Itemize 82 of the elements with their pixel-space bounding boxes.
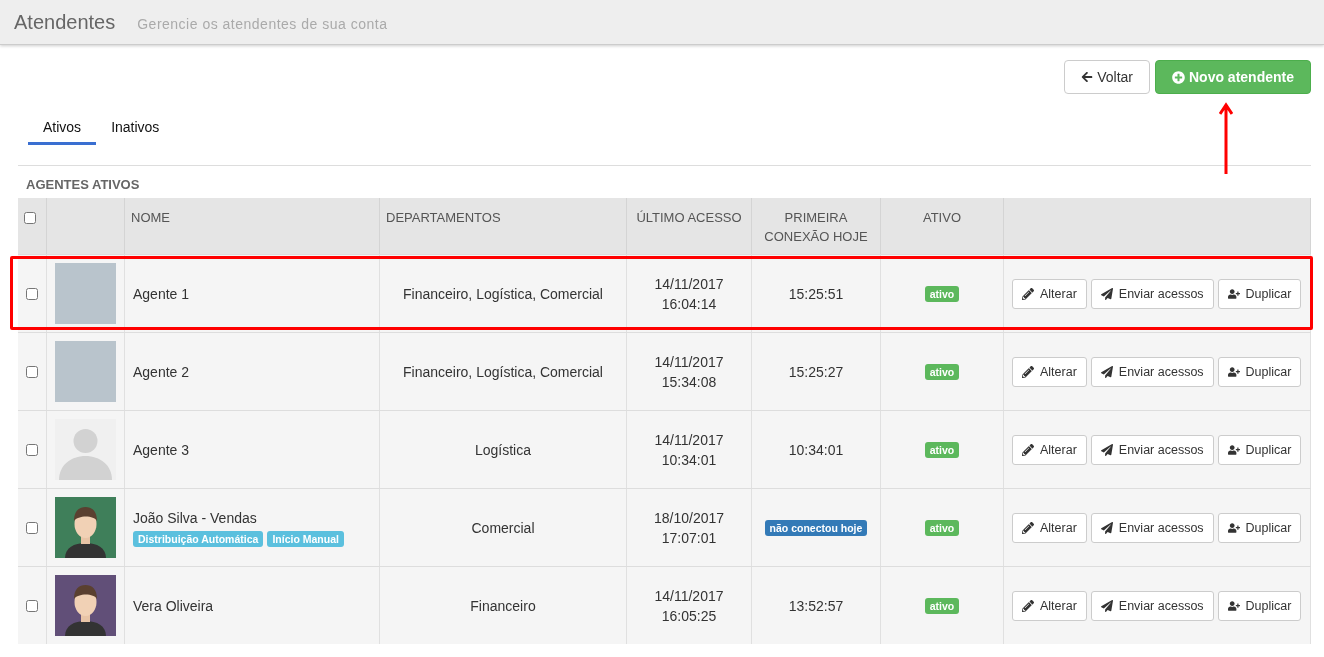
departments-text: Financeiro, Logística, Comercial (403, 284, 603, 304)
agent-name: João Silva - Vendas (133, 509, 257, 528)
row-checkbox[interactable] (26, 443, 38, 456)
status-badge: ativo (924, 519, 960, 536)
user-plus-icon (1227, 365, 1240, 378)
column-header: DEPARTAMENTOS (386, 209, 501, 227)
paper-plane-icon (1100, 599, 1113, 612)
tab[interactable]: Inativos (96, 112, 175, 145)
photo-placeholder (55, 341, 116, 402)
last-access-text: 15:34:08 (661, 372, 717, 392)
edit-button[interactable]: Alterar (1012, 434, 1087, 465)
column-header: ATIVO (922, 209, 961, 227)
departments-text: Financeiro, Logística, Comercial (403, 362, 603, 382)
duplicate-button[interactable]: Duplicar (1217, 512, 1302, 543)
edit-button[interactable]: Alterar (1012, 278, 1087, 309)
last-access-text: 14/11/2017 (654, 586, 724, 606)
edit-button[interactable]: Alterar (1012, 512, 1087, 543)
pencil-icon (1022, 365, 1034, 378)
user-plus-icon (1227, 599, 1240, 612)
tag-label: Distribuição Automática (133, 531, 264, 547)
page-title: Atendentes (14, 10, 116, 34)
row-checkbox[interactable] (26, 365, 38, 378)
status-badge: ativo (924, 441, 960, 458)
time-text: 15:25:51 (788, 284, 844, 304)
column-header: PRIMEIRA CONEXÃO HOJE (763, 209, 869, 246)
tag-label: Início Manual (267, 531, 344, 547)
agent-name: Agente 2 (133, 362, 190, 382)
tab[interactable]: Ativos (28, 112, 97, 145)
last-access-text: 18/10/2017 (653, 508, 725, 528)
photo-placeholder (55, 263, 116, 324)
paper-plane-icon (1100, 521, 1113, 534)
column-header: ÚLTIMO ACESSO (636, 209, 742, 227)
status-badge: ativo (924, 363, 960, 380)
time-text: 15:25:27 (788, 362, 844, 382)
back-button[interactable]: Voltar (1064, 60, 1150, 94)
column-header: NOME (131, 209, 170, 227)
departments-text: Financeiro (470, 596, 536, 616)
user-plus-icon (1227, 287, 1240, 300)
paper-plane-icon (1100, 287, 1113, 300)
agent-name: Agente 1 (133, 284, 190, 304)
row-checkbox[interactable] (26, 521, 38, 534)
arrow-left-icon (1081, 71, 1094, 83)
send-access-button[interactable]: Enviar acessos (1090, 434, 1214, 465)
agent-name: Vera Oliveira (133, 596, 214, 616)
last-access-text: 14/11/2017 (654, 274, 724, 294)
user-plus-icon (1227, 443, 1240, 456)
last-access-text: 16:04:14 (661, 294, 717, 314)
status-badge: ativo (924, 597, 960, 614)
last-access-text: 14/11/2017 (654, 430, 724, 450)
pencil-icon (1022, 443, 1034, 456)
departments-text: Comercial (471, 518, 535, 538)
duplicate-button[interactable]: Duplicar (1217, 590, 1302, 621)
status-badge: não conectou hoje (764, 519, 868, 536)
last-access-text: 10:34:01 (661, 450, 717, 470)
edit-button[interactable]: Alterar (1012, 356, 1087, 387)
departments-text: Logística (474, 440, 531, 460)
last-access-text: 14/11/2017 (654, 352, 724, 372)
send-access-button[interactable]: Enviar acessos (1090, 278, 1214, 309)
agent-name: Agente 3 (133, 440, 190, 460)
send-access-button[interactable]: Enviar acessos (1090, 512, 1214, 543)
row-checkbox[interactable] (26, 599, 38, 612)
paper-plane-icon (1100, 443, 1113, 456)
last-access-text: 17:07:01 (661, 528, 717, 548)
last-access-text: 16:05:25 (661, 606, 717, 626)
time-text: 10:34:01 (788, 440, 844, 460)
status-badge: ativo (924, 285, 960, 302)
pencil-icon (1022, 521, 1034, 534)
send-access-button[interactable]: Enviar acessos (1090, 590, 1214, 621)
pencil-icon (1022, 599, 1034, 612)
time-text: 13:52:57 (788, 596, 844, 616)
user-plus-icon (1227, 521, 1240, 534)
page-subtitle: Gerencie os atendentes de sua conta (137, 16, 388, 32)
row-checkbox[interactable] (26, 287, 38, 300)
select-all-checkbox[interactable] (24, 212, 36, 224)
section-title: AGENTES ATIVOS (26, 177, 141, 192)
send-access-button[interactable]: Enviar acessos (1090, 356, 1214, 387)
edit-button[interactable]: Alterar (1012, 590, 1087, 621)
duplicate-button[interactable]: Duplicar (1217, 356, 1302, 387)
duplicate-button[interactable]: Duplicar (1217, 278, 1302, 309)
paper-plane-icon (1100, 365, 1113, 378)
duplicate-button[interactable]: Duplicar (1217, 434, 1302, 465)
pencil-icon (1022, 287, 1034, 300)
